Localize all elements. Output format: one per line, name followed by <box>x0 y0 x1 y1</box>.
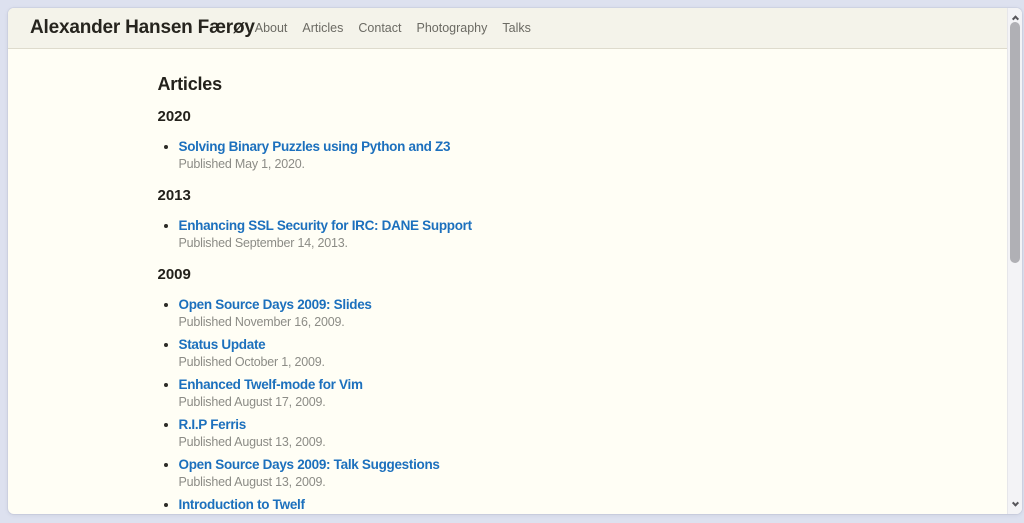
published-date: Published August 17, 2009. <box>179 394 858 411</box>
nav-item-articles: Articles <box>302 19 343 37</box>
article-item: R.I.P FerrisPublished August 13, 2009. <box>179 416 858 451</box>
scroll-down-button[interactable] <box>1008 498 1022 510</box>
article-list-2009: Open Source Days 2009: SlidesPublished N… <box>158 296 858 514</box>
published-date: Published October 1, 2009. <box>179 354 858 371</box>
nav-link-talks[interactable]: Talks <box>502 21 530 35</box>
year-heading-2013: 2013 <box>158 187 858 205</box>
article-link[interactable]: Status Update <box>179 336 266 353</box>
published-date: Published November 16, 2009. <box>179 314 858 331</box>
article-item: Introduction to TwelfPublished August 4,… <box>179 496 858 514</box>
article-link[interactable]: R.I.P Ferris <box>179 416 246 433</box>
article-item: Status UpdatePublished October 1, 2009. <box>179 336 858 371</box>
site-header: Alexander Hansen Færøy About Articles Cont… <box>8 8 1022 49</box>
article-item: Enhanced Twelf-mode for VimPublished Aug… <box>179 376 858 411</box>
nav-item-contact: Contact <box>358 19 401 37</box>
published-date: Published May 1, 2020. <box>179 156 858 173</box>
page-title: Articles <box>158 74 858 94</box>
article-link[interactable]: Introduction to Twelf <box>179 496 305 513</box>
nav-item-talks: Talks <box>502 19 530 37</box>
article-link[interactable]: Solving Binary Puzzles using Python and … <box>179 138 451 155</box>
article-item: Open Source Days 2009: SlidesPublished N… <box>179 296 858 331</box>
nav-link-about[interactable]: About <box>255 21 288 35</box>
chevron-down-icon <box>1011 499 1018 506</box>
site-title[interactable]: Alexander Hansen Færøy <box>30 17 255 39</box>
articles-sections: 2020 Solving Binary Puzzles using Python … <box>158 108 858 514</box>
nav-link-contact[interactable]: Contact <box>358 21 401 35</box>
article-list-2020: Solving Binary Puzzles using Python and … <box>158 138 858 173</box>
nav-list: About Articles Contact Photography Talks <box>255 19 531 37</box>
chevron-up-icon <box>1011 15 1018 22</box>
article-list-2013: Enhancing SSL Security for IRC: DANE Sup… <box>158 217 858 252</box>
article-item: Open Source Days 2009: Talk SuggestionsP… <box>179 456 858 491</box>
published-date: Published August 13, 2009. <box>179 474 858 491</box>
year-heading-2009: 2009 <box>158 266 858 284</box>
nav-link-photography[interactable]: Photography <box>416 21 487 35</box>
nav-item-about: About <box>255 19 288 37</box>
published-date: Published September 14, 2013. <box>179 235 858 252</box>
article-link[interactable]: Open Source Days 2009: Slides <box>179 296 372 313</box>
main-nav: About Articles Contact Photography Talks <box>255 19 531 37</box>
article-item: Solving Binary Puzzles using Python and … <box>179 138 858 173</box>
nav-link-articles[interactable]: Articles <box>302 21 343 35</box>
article-link[interactable]: Enhancing SSL Security for IRC: DANE Sup… <box>179 217 472 234</box>
nav-item-photography: Photography <box>416 19 487 37</box>
page-content: Articles 2020 Solving Binary Puzzles usin… <box>8 74 1007 514</box>
content-container: Articles 2020 Solving Binary Puzzles usin… <box>158 74 858 514</box>
scrollbar-thumb[interactable] <box>1010 22 1020 263</box>
year-heading-2020: 2020 <box>158 108 858 126</box>
article-item: Enhancing SSL Security for IRC: DANE Sup… <box>179 217 858 252</box>
article-link[interactable]: Open Source Days 2009: Talk Suggestions <box>179 456 440 473</box>
browser-viewport: Alexander Hansen Færøy About Articles Cont… <box>8 8 1022 514</box>
vertical-scrollbar[interactable] <box>1007 8 1022 514</box>
article-link[interactable]: Enhanced Twelf-mode for Vim <box>179 376 363 393</box>
published-date: Published August 13, 2009. <box>179 434 858 451</box>
